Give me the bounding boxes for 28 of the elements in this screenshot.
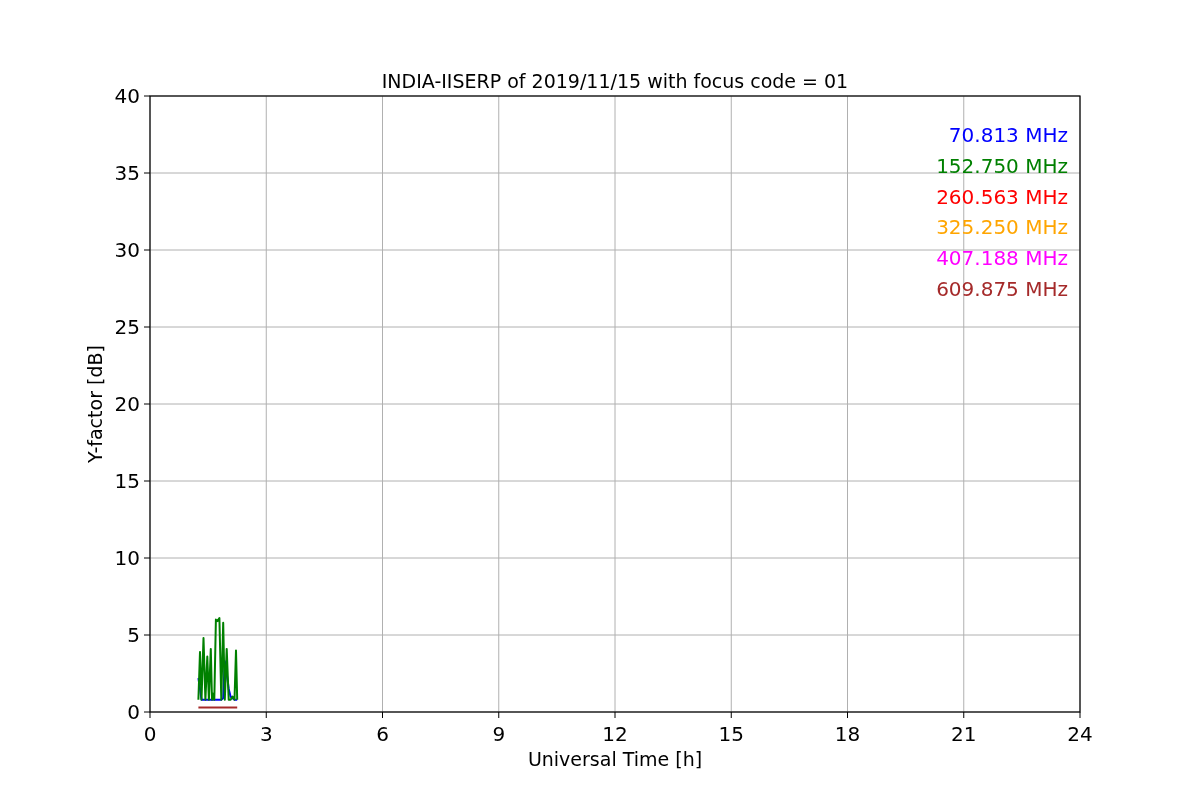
y-tick-label: 30 (114, 238, 140, 262)
x-tick-label: 0 (143, 722, 157, 746)
legend-label: 152.750 MHz (936, 153, 1068, 178)
legend-label: 609.875 MHz (936, 277, 1068, 301)
y-tick-label: 10 (114, 546, 140, 570)
y-tick-label: 5 (127, 623, 140, 647)
legend-label: 407.188 MHz (936, 246, 1068, 271)
legend-label: 325.250 MHz (936, 215, 1068, 240)
y-tick-label: 15 (114, 469, 140, 493)
chart-title: INDIA-IISERP of 2019/11/15 with focus code = 01 (381, 70, 849, 92)
y-tick-label: 0 (127, 700, 140, 724)
x-tick-label: 18 (834, 722, 861, 746)
x-tick-label: 6 (376, 722, 389, 746)
x-tick-label: 12 (602, 722, 628, 746)
legend-label: 260.563 MHz (936, 184, 1068, 209)
x-axis-label: Universal Time [h] (527, 748, 703, 770)
y-tick-label: 25 (114, 315, 140, 339)
y-tick-label: 20 (114, 392, 140, 416)
legend-label: 70.813 MHz (948, 123, 1068, 147)
x-tick-label: 21 (951, 722, 977, 746)
data-line (197, 706, 239, 709)
x-tick-label: 3 (259, 722, 273, 746)
y-tick-label: 35 (114, 161, 140, 185)
y-tick-label: 40 (114, 84, 140, 108)
x-tick-label: 9 (492, 722, 506, 746)
x-tick-label: 15 (718, 722, 744, 746)
x-tick-label: 24 (1067, 722, 1093, 746)
y-axis-label: Y-factor [dB] (84, 345, 106, 463)
